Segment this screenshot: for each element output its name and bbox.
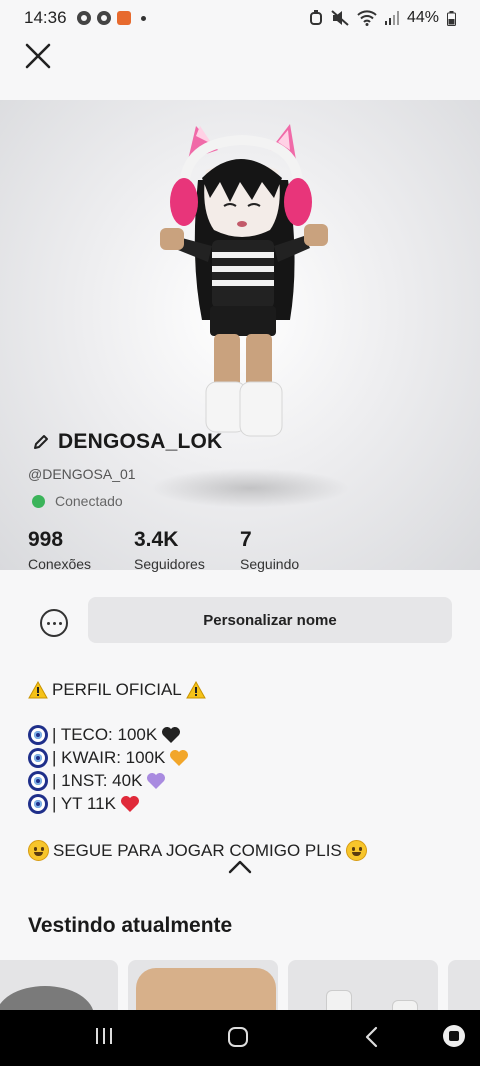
customize-name-button[interactable]: Personalizar nome: [88, 597, 452, 643]
more-notifications-icon: [140, 15, 146, 21]
stat-following[interactable]: 7 Seguindo: [240, 528, 346, 572]
notification-icon: [96, 11, 111, 25]
status-time: 14:36: [24, 8, 67, 27]
avatar-shadow: [150, 468, 350, 508]
alarm-icon: [309, 10, 322, 25]
stat-label: Seguidores: [134, 556, 205, 572]
purple-heart-icon: [147, 772, 166, 789]
home-button[interactable]: [227, 1026, 249, 1053]
nazar-eye-icon: [28, 793, 48, 814]
back-icon: [365, 1026, 378, 1048]
nazar-eye-icon: [28, 724, 48, 745]
warning-icon: [28, 680, 48, 698]
display-name: DENGOSA_LOK: [58, 430, 223, 453]
collapse-bio-button[interactable]: [227, 858, 253, 876]
bio-title: PERFIL OFICIAL: [52, 679, 182, 699]
app-notification-icon: [116, 11, 131, 25]
profile-page: 14:36 44% DENGOSA_LOK @DENGOSA_01 Conect…: [0, 0, 480, 1066]
battery-icon: [447, 10, 456, 26]
system-navigation-bar: [0, 1010, 480, 1066]
back-button[interactable]: [364, 1026, 380, 1053]
home-icon: [228, 1027, 248, 1047]
red-heart-icon: [120, 795, 139, 812]
close-button[interactable]: [20, 38, 56, 74]
presence-status: Conectado: [32, 493, 123, 509]
avatar-figure: [140, 120, 340, 450]
chevron-up-icon: [228, 860, 252, 874]
bio-title-line: PERFIL OFICIAL: [28, 678, 458, 701]
bio-social-line: | YT 11K: [28, 792, 458, 815]
stat-label: Seguindo: [240, 556, 300, 572]
presence-label: Conectado: [55, 493, 123, 509]
stat-value: 3.4K: [134, 528, 179, 551]
battery-percentage: 44%: [406, 9, 439, 26]
pencil-icon[interactable]: [32, 433, 50, 451]
bio-social-line: | 1NST: 40K: [28, 769, 458, 792]
status-bar: 14:36 44%: [0, 0, 480, 36]
screen-recorder-button[interactable]: [442, 1024, 466, 1053]
recent-apps-icon: [96, 1028, 112, 1044]
status-right: 44%: [309, 9, 456, 27]
stats-row: 998 Conexões 3.4K Seguidores 7 Seguindo: [28, 528, 346, 572]
bio-social-text: | KWAIR: 100K: [52, 747, 166, 767]
nazar-eye-icon: [28, 747, 48, 768]
stat-connections[interactable]: 998 Conexões: [28, 528, 134, 572]
display-name-row[interactable]: DENGOSA_LOK: [32, 430, 222, 454]
bio-social-line: | KWAIR: 100K: [28, 746, 458, 769]
warning-icon: [185, 680, 206, 698]
bio-social-text: | YT 11K: [52, 793, 116, 813]
recent-apps-button[interactable]: [94, 1026, 114, 1051]
signal-icon: [384, 11, 399, 25]
profile-bio: PERFIL OFICIAL | TECO: 100K | KWAIR: 100…: [28, 678, 458, 862]
notification-icon: [76, 11, 91, 25]
stat-value: 998: [28, 528, 64, 551]
black-heart-icon: [162, 726, 181, 743]
ellipsis-icon: [46, 621, 50, 625]
stat-value: 7: [240, 528, 252, 551]
online-indicator-icon: [32, 494, 45, 508]
mute-icon: [331, 10, 349, 26]
orange-heart-icon: [170, 749, 189, 766]
close-icon: [25, 43, 51, 69]
stat-followers[interactable]: 3.4K Seguidores: [134, 528, 240, 572]
stat-label: Conexões: [28, 556, 92, 572]
username: @DENGOSA_01: [28, 466, 136, 482]
more-options-button[interactable]: [40, 609, 68, 637]
smiley-icon: [28, 840, 49, 861]
currently-wearing-title: Vestindo atualmente: [28, 914, 233, 937]
wifi-icon: [357, 10, 377, 26]
avatar-illustration: [160, 124, 328, 437]
bio-social-line: | TECO: 100K: [28, 723, 458, 746]
record-stop-icon: [443, 1025, 465, 1047]
bio-social-text: | 1NST: 40K: [52, 770, 143, 790]
smiley-icon: [345, 840, 367, 861]
bio-social-text: | TECO: 100K: [52, 724, 158, 744]
bio-closing-text: SEGUE PARA JOGAR COMIGO PLIS: [53, 840, 342, 860]
nazar-eye-icon: [28, 770, 48, 791]
status-left: 14:36: [24, 8, 146, 28]
